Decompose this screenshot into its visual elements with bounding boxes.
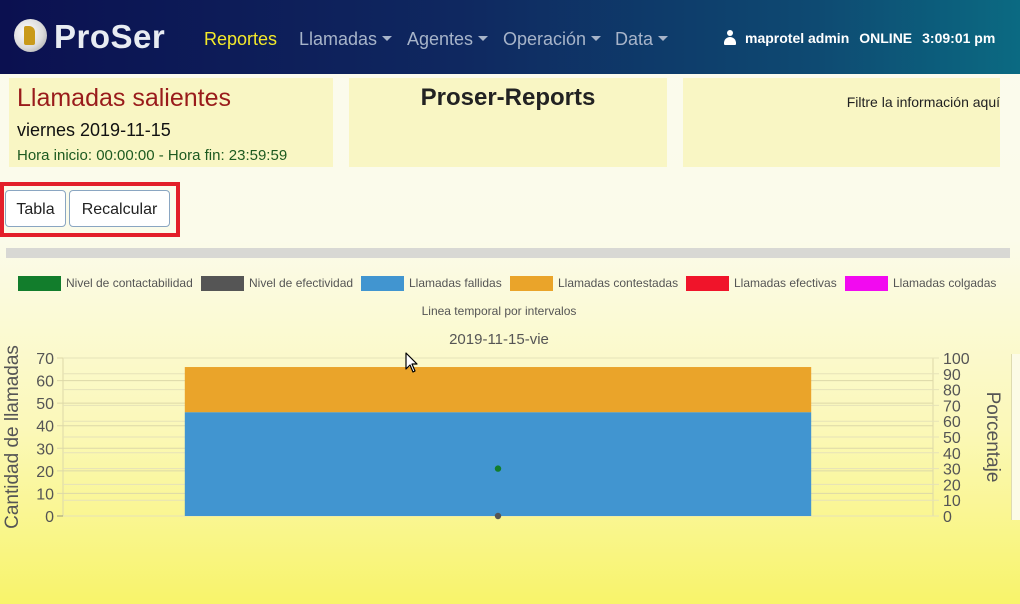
y2-axis-label: Porcentaje [982,392,1003,483]
chevron-down-icon [382,35,393,41]
nav-reportes[interactable]: Reportes [204,29,277,49]
legend-swatch [510,276,553,291]
y-tick-label: 60 [36,374,54,391]
nav-llamadas[interactable]: Llamadas [299,29,393,49]
report-info-panel: Llamadas salientes viernes 2019-11-15 Ho… [9,78,333,167]
legend-swatch [845,276,888,291]
nav-data-label: Data [615,29,654,49]
report-title: Llamadas salientes [17,84,232,112]
user-name: maprotel admin [745,30,850,46]
y2-tick-label: 0 [943,509,952,526]
tabla-button[interactable]: Tabla [5,190,66,227]
legend-label: Llamadas contestadas [558,276,678,290]
y-axis-ticks: 0 10 20 30 40 50 60 70 [36,351,54,526]
y-tick-label: 50 [36,396,54,413]
filter-panel[interactable]: Filtre la información aquí [683,78,1000,167]
legend-label: Nivel de contactabilidad [66,276,193,290]
legend-swatch [18,276,61,291]
y2-tick-label: 10 [943,493,961,510]
y2-tick-label: 40 [943,446,961,463]
legend-label: Llamadas fallidas [409,276,502,290]
chevron-down-icon [658,35,669,41]
data-point [494,512,502,520]
legend-swatch [201,276,244,291]
app-title: Proser-Reports [420,84,596,111]
legend-label: Llamadas colgadas [893,276,996,290]
mouse-cursor-icon [405,352,418,373]
data-point [494,465,502,472]
nav-operacion[interactable]: Operación [503,29,602,49]
y2-tick-label: 90 [943,367,961,384]
bar-segment [184,412,812,516]
proser-logo-icon[interactable] [14,19,47,52]
user-icon [723,29,737,45]
user-area[interactable]: maprotel admin ONLINE 3:09:01 pm [723,29,996,47]
chart: Nivel de contactabilidad Nivel de efectiv… [2,276,1003,529]
chart-title: Linea temporal por intervalos [422,304,577,318]
chart-category-label: 2019-11-15-vie [449,331,549,348]
legend-label: Llamadas efectivas [734,276,837,290]
nav-agentes-label: Agentes [407,29,474,49]
y2-tick-label: 80 [943,383,961,400]
y-tick-label: 10 [36,486,54,503]
nav-data[interactable]: Data [615,29,669,49]
progress-divider [6,248,1010,258]
y2-tick-label: 50 [943,430,961,447]
nav-agentes[interactable]: Agentes [407,29,489,49]
bar-segment [184,367,812,413]
filter-hint[interactable]: Filtre la información aquí [847,94,1000,110]
y2-tick-label: 60 [943,414,961,431]
y2-tick-label: 70 [943,398,961,415]
brand-name[interactable]: ProSer [54,19,165,55]
y-tick-label: 30 [36,441,54,458]
nav-reportes-label: Reportes [204,29,278,49]
y-axis-label: Cantidad de llamadas [2,345,23,529]
chevron-down-icon [591,35,602,41]
y-tick-label: 20 [36,464,54,481]
report-date: viernes 2019-11-15 [17,120,171,140]
y-tick-label: 0 [45,509,54,526]
nav-llamadas-label: Llamadas [299,29,378,49]
nav-operacion-label: Operación [503,29,587,49]
recalcular-button[interactable]: Recalcular [69,190,170,227]
legend-swatch [361,276,404,291]
y-tick-label: 70 [36,351,54,368]
chart-bars [184,367,812,516]
y-tick-label: 40 [36,419,54,436]
y2-axis-ticks: 0102030405060708090100 [943,351,970,526]
y2-tick-label: 30 [943,462,961,479]
report-hours: Hora inicio: 00:00:00 - Hora fin: 23:59:… [17,147,288,164]
legend-swatch [686,276,729,291]
y2-tick-label: 20 [943,477,961,494]
clock-time: 3:09:01 pm [922,30,996,46]
chevron-down-icon [478,35,489,41]
chart-legend: Nivel de contactabilidad Nivel de efectiv… [18,276,996,291]
top-navbar: ProSer Reportes Llamadas Agentes Operaci… [0,0,1020,74]
legend-label: Nivel de efectividad [249,276,353,290]
online-status: ONLINE [859,30,913,46]
app-title-panel: Proser-Reports [349,78,667,167]
y2-tick-label: 100 [943,351,970,368]
